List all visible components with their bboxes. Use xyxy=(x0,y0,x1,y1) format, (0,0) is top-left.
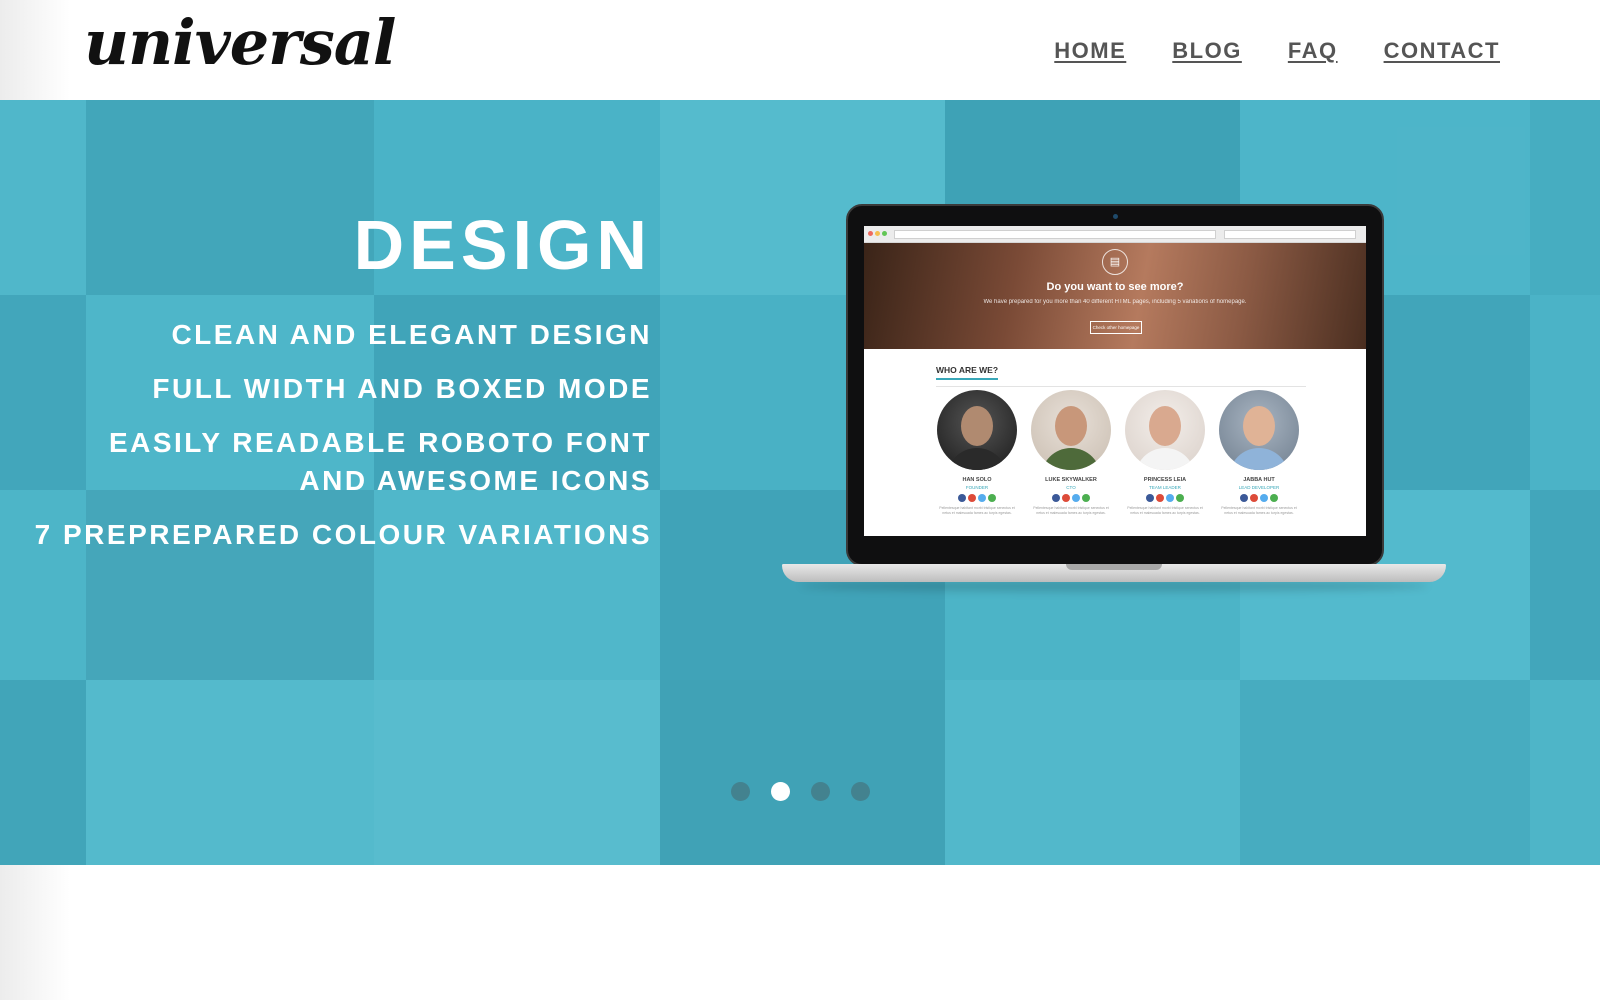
avatar-body xyxy=(1135,448,1195,470)
social-icons xyxy=(1030,494,1112,502)
social-icons xyxy=(1218,494,1300,502)
slide-dot-3[interactable] xyxy=(811,782,830,801)
avatar xyxy=(1031,390,1111,470)
camera-dot xyxy=(1113,214,1118,219)
google-plus-icon xyxy=(1156,494,1164,502)
browser-search-bar xyxy=(1224,230,1356,239)
window-maximize-dot xyxy=(882,231,887,236)
nav-home-link[interactable]: HOME xyxy=(1054,38,1126,64)
slide-dot-1[interactable] xyxy=(731,782,750,801)
window-close-dot xyxy=(868,231,873,236)
team-member: JABBA HUT LEAD DEVELOPER Pellentesque ha… xyxy=(1218,390,1300,516)
screen-section-title: WHO ARE WE? xyxy=(936,365,999,380)
hero-caption: DESIGN CLEAN AND ELEGANT DESIGN FULL WID… xyxy=(32,210,652,570)
avatar-face xyxy=(1243,406,1275,446)
member-name: HAN SOLO xyxy=(962,477,992,483)
site-logo[interactable]: universal xyxy=(84,6,396,79)
screen-banner-subtitle: We have prepared for you more than 40 di… xyxy=(983,299,1247,305)
google-plus-icon xyxy=(968,494,976,502)
member-name: PRINCESS LEIA xyxy=(1143,477,1187,483)
member-role: FOUNDER xyxy=(965,485,989,490)
section-divider xyxy=(936,386,1306,387)
slide-dot-2[interactable] xyxy=(771,782,790,801)
team-member: LUKE SKYWALKER CTO Pellentesque habitant… xyxy=(1030,390,1112,516)
twitter-icon xyxy=(1166,494,1174,502)
email-icon xyxy=(1176,494,1184,502)
feature-list: CLEAN AND ELEGANT DESIGN FULL WIDTH AND … xyxy=(32,316,652,554)
facebook-icon xyxy=(1240,494,1248,502)
member-bio: Pellentesque habitant morbi tristique se… xyxy=(1221,506,1297,515)
email-icon xyxy=(1082,494,1090,502)
nav-contact-link[interactable]: CONTACT xyxy=(1384,38,1500,64)
twitter-icon xyxy=(978,494,986,502)
facebook-icon xyxy=(1146,494,1154,502)
email-icon xyxy=(988,494,996,502)
feature-item: 7 PREPREPARED COLOUR VARIATIONS xyxy=(34,519,652,550)
member-role: TEAM LEADER xyxy=(1149,485,1181,490)
member-role: CTO xyxy=(1066,485,1076,490)
nav-blog-link[interactable]: BLOG xyxy=(1172,38,1242,64)
avatar-body xyxy=(1229,448,1289,470)
team-member: HAN SOLO FOUNDER Pellentesque habitant m… xyxy=(936,390,1018,516)
member-bio: Pellentesque habitant morbi tristique se… xyxy=(1127,506,1203,515)
twitter-icon xyxy=(1072,494,1080,502)
member-bio: Pellentesque habitant morbi tristique se… xyxy=(1033,506,1109,515)
member-name: LUKE SKYWALKER xyxy=(1045,477,1097,483)
team-member: PRINCESS LEIA TEAM LEADER Pellentesque h… xyxy=(1124,390,1206,516)
screen-team-section: WHO ARE WE? HAN SOLO FOUNDER Pellentesqu… xyxy=(864,349,1366,516)
member-name: JABBA HUT xyxy=(1243,477,1275,483)
twitter-icon xyxy=(1260,494,1268,502)
hero-slider: DESIGN CLEAN AND ELEGANT DESIGN FULL WID… xyxy=(0,100,1600,865)
site-header: universal HOME BLOG FAQ CONTACT xyxy=(0,0,1600,100)
hero-title: DESIGN xyxy=(353,206,652,284)
slider-pagination xyxy=(731,782,870,801)
laptop-lid: ▤ Do you want to see more? We have prepa… xyxy=(846,204,1384,566)
google-plus-icon xyxy=(1250,494,1258,502)
member-bio: Pellentesque habitant morbi tristique se… xyxy=(939,506,1015,515)
feature-item: CLEAN AND ELEGANT DESIGN xyxy=(171,319,652,350)
facebook-icon xyxy=(958,494,966,502)
social-icons xyxy=(936,494,1018,502)
slide-dot-4[interactable] xyxy=(851,782,870,801)
avatar xyxy=(1125,390,1205,470)
main-nav: HOME BLOG FAQ CONTACT xyxy=(1054,38,1500,64)
window-minimize-dot xyxy=(875,231,880,236)
feature-item: EASILY READABLE ROBOTO FONT AND AWESOME … xyxy=(108,427,652,496)
screen-banner-button: Check other homepage xyxy=(1090,321,1142,334)
avatar xyxy=(1219,390,1299,470)
team-grid: HAN SOLO FOUNDER Pellentesque habitant m… xyxy=(936,390,1366,516)
laptop-notch xyxy=(1066,564,1162,570)
screen-banner-title: Do you want to see more? xyxy=(1046,281,1184,293)
nav-faq-link[interactable]: FAQ xyxy=(1288,38,1338,64)
avatar-body xyxy=(947,448,1007,470)
laptop-base xyxy=(782,564,1446,582)
document-icon: ▤ xyxy=(1102,249,1128,275)
avatar xyxy=(937,390,1017,470)
browser-address-bar xyxy=(894,230,1216,239)
browser-toolbar xyxy=(864,226,1366,243)
google-plus-icon xyxy=(1062,494,1070,502)
member-role: LEAD DEVELOPER xyxy=(1238,485,1280,490)
email-icon xyxy=(1270,494,1278,502)
feature-item: FULL WIDTH AND BOXED MODE xyxy=(152,373,652,404)
screen-banner: ▤ Do you want to see more? We have prepa… xyxy=(864,243,1366,349)
facebook-icon xyxy=(1052,494,1060,502)
laptop-screen: ▤ Do you want to see more? We have prepa… xyxy=(864,226,1366,536)
avatar-face xyxy=(1149,406,1181,446)
avatar-face xyxy=(1055,406,1087,446)
social-icons xyxy=(1124,494,1206,502)
avatar-face xyxy=(961,406,993,446)
avatar-body xyxy=(1041,448,1101,470)
